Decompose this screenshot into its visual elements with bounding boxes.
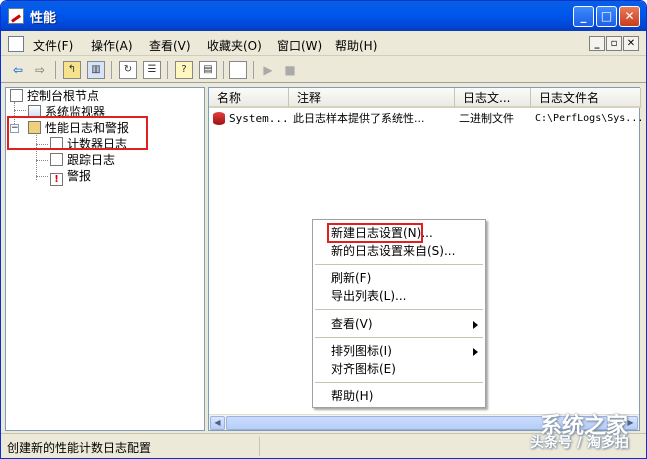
help-icon[interactable]: ? xyxy=(175,61,193,79)
stop-icon[interactable]: ■ xyxy=(281,61,299,79)
tree-item-trace-logs[interactable]: 跟踪日志 xyxy=(50,152,115,168)
alert-icon: ! xyxy=(50,173,63,186)
mdi-minimize-button[interactable]: _ xyxy=(589,36,605,51)
performance-app-icon xyxy=(8,8,24,24)
console-menu-icon[interactable] xyxy=(8,36,24,52)
tree-item-root[interactable]: 控制台根节点 xyxy=(10,88,99,104)
tree-item-label: 控制台根节点 xyxy=(27,89,100,103)
menu-separator xyxy=(315,264,483,265)
menu-view[interactable]: 查看(V) xyxy=(149,37,191,54)
menu-item-refresh[interactable]: 刷新(F) xyxy=(313,269,485,287)
folder-icon xyxy=(10,89,23,102)
log-database-icon xyxy=(213,112,225,125)
scroll-left-icon[interactable]: ◀ xyxy=(210,416,225,430)
minimize-button[interactable]: _ xyxy=(573,6,594,27)
menu-item-export-list[interactable]: 导出列表(L)... xyxy=(313,287,485,305)
menu-item-label: 排列图标(I) xyxy=(331,344,392,358)
column-header-log-file[interactable]: 日志文件名 xyxy=(531,88,641,108)
status-text: 创建新的性能计数日志配置 xyxy=(7,441,152,455)
show-hide-tree-icon[interactable]: ▥ xyxy=(87,61,105,79)
menu-favorites[interactable]: 收藏夹(O) xyxy=(207,37,262,54)
menu-separator xyxy=(315,337,483,338)
maximize-button[interactable]: □ xyxy=(596,6,617,27)
watermark-caption: 头条号 / 淘多拍 xyxy=(530,435,629,451)
highlight-box-new-log-settings xyxy=(327,223,423,243)
tree-connector xyxy=(14,110,26,111)
submenu-arrow-icon xyxy=(473,348,478,356)
menu-item-view[interactable]: 查看(V) xyxy=(313,315,485,333)
refresh-icon[interactable]: ↻ xyxy=(119,61,137,79)
toolbar-separator xyxy=(223,61,224,79)
help-topics-icon[interactable]: ▤ xyxy=(199,61,217,79)
menu-item-new-log-settings-from[interactable]: 新的日志设置来自(S)... xyxy=(313,242,485,260)
menu-file[interactable]: 文件(F) xyxy=(33,37,73,54)
menu-separator xyxy=(315,382,483,383)
toolbar: ⇦ ⇨ ↰ ▥ ↻ ☰ ? ▤ ▶ ■ xyxy=(1,57,646,83)
back-arrow-icon[interactable]: ⇦ xyxy=(9,61,27,79)
menu-window[interactable]: 窗口(W) xyxy=(277,37,322,54)
close-button[interactable]: ✕ xyxy=(619,6,640,27)
toolbar-separator xyxy=(55,61,56,79)
column-header-log-type[interactable]: 日志文... xyxy=(455,88,531,108)
tree-item-alerts[interactable]: ! 警报 xyxy=(50,168,92,186)
row-log-file: C:\PerfLogs\Sys... xyxy=(535,113,644,124)
menu-item-label: 查看(V) xyxy=(331,317,373,331)
menu-bar: 文件(F) 操作(A) 查看(V) 收藏夹(O) 窗口(W) 帮助(H) _ ▫… xyxy=(1,32,646,56)
column-header-comment[interactable]: 注释 xyxy=(289,88,455,108)
export-list-icon[interactable]: ☰ xyxy=(143,61,161,79)
toolbar-separator xyxy=(167,61,168,79)
trace-log-icon xyxy=(50,153,63,166)
menu-item-line-up-icons[interactable]: 对齐图标(E) xyxy=(313,360,485,378)
forward-arrow-icon[interactable]: ⇨ xyxy=(31,61,49,79)
row-log-type: 二进制文件 xyxy=(459,112,514,125)
mdi-restore-button[interactable]: ▫ xyxy=(606,36,622,51)
new-document-icon[interactable] xyxy=(229,61,247,79)
tree-connector xyxy=(36,176,48,177)
menu-help[interactable]: 帮助(H) xyxy=(335,37,377,54)
menu-separator xyxy=(315,309,483,310)
start-icon[interactable]: ▶ xyxy=(259,61,277,79)
row-name: System... xyxy=(229,112,289,125)
mdi-close-button[interactable]: ✕ xyxy=(623,36,639,51)
tree-item-label: 跟踪日志 xyxy=(67,153,116,167)
column-header-name[interactable]: 名称 xyxy=(209,88,289,108)
menu-action[interactable]: 操作(A) xyxy=(91,37,133,54)
menu-item-help[interactable]: 帮助(H) xyxy=(313,387,485,405)
toolbar-separator xyxy=(253,61,254,79)
up-one-level-icon[interactable]: ↰ xyxy=(63,61,81,79)
toolbar-separator xyxy=(111,61,112,79)
tree-connector xyxy=(36,160,48,161)
window-title: 性能 xyxy=(30,11,57,26)
context-menu: 新建日志设置(N)... 新的日志设置来自(S)... 刷新(F) 导出列表(L… xyxy=(312,219,486,408)
title-bar[interactable]: 性能 _ □ ✕ xyxy=(1,1,646,31)
status-separator xyxy=(259,437,260,456)
tree-item-label: 警报 xyxy=(67,169,92,183)
submenu-arrow-icon xyxy=(473,321,478,329)
menu-item-arrange-icons[interactable]: 排列图标(I) xyxy=(313,342,485,360)
row-comment: 此日志样本提供了系统性... xyxy=(293,112,425,125)
highlight-box-perf-logs xyxy=(7,116,148,150)
